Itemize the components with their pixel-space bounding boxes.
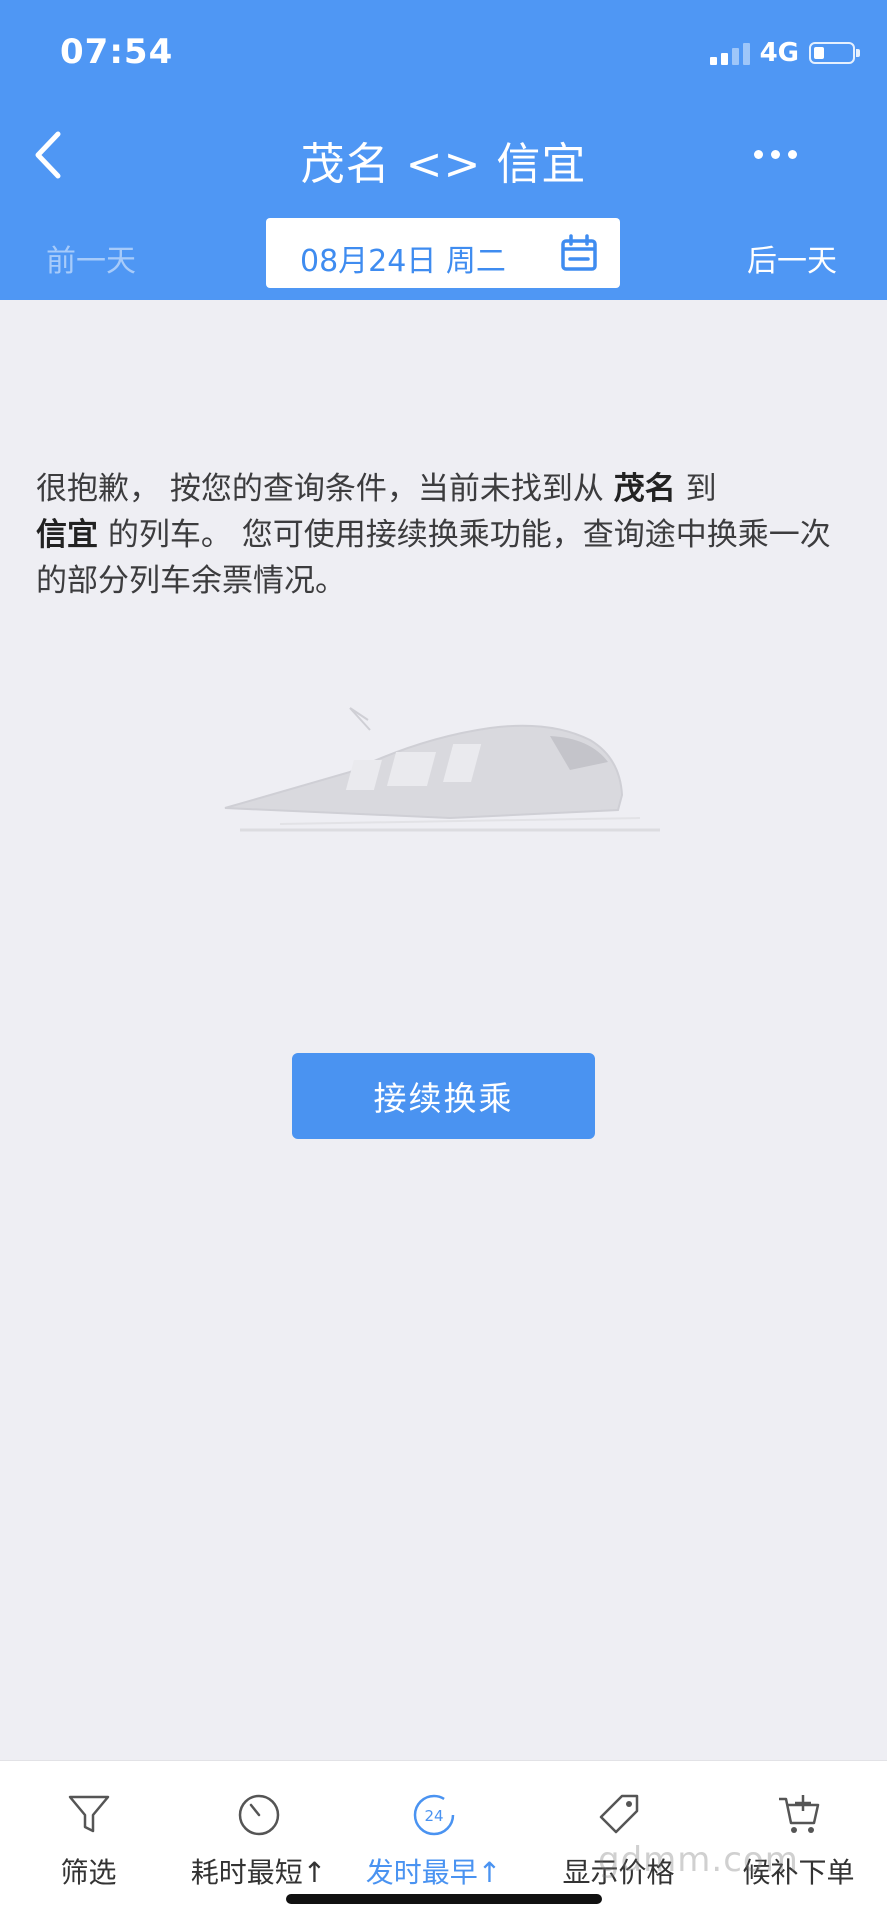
calendar-icon bbox=[561, 234, 597, 271]
page-title: 茂名 <> 信宜 bbox=[300, 139, 587, 190]
more-dot-icon bbox=[771, 150, 780, 159]
prev-day-button[interactable]: 前一天 bbox=[46, 236, 136, 280]
date-label: 08月24日 周二 bbox=[300, 244, 506, 279]
no-result-message: 很抱歉， 按您的查询条件，当前未找到从 茂名 到信宜 的列车。 您可使用接续换乘… bbox=[36, 466, 856, 604]
clock-badge: 24 bbox=[424, 1807, 443, 1825]
date-picker[interactable]: 08月24日 周二 bbox=[266, 218, 620, 288]
tab-label: 筛选 bbox=[60, 1856, 117, 1889]
train-illustration bbox=[224, 707, 660, 832]
clock-24-icon: 24 bbox=[413, 1794, 454, 1836]
filter-icon bbox=[68, 1795, 109, 1833]
tab-earliest-departure[interactable]: 24 发时最早↑ bbox=[345, 1761, 522, 1889]
status-indicators: 4G bbox=[709, 38, 860, 68]
message-text: 到 bbox=[675, 471, 717, 507]
home-indicator[interactable] bbox=[286, 1894, 602, 1904]
tab-label: 耗时最短↑ bbox=[190, 1856, 327, 1889]
next-day-button[interactable]: 后一天 bbox=[747, 236, 837, 280]
tab-label: 发时最早↑ bbox=[365, 1856, 502, 1889]
to-station: 信宜 bbox=[36, 517, 98, 553]
watermark: gdmm.com bbox=[598, 1840, 799, 1880]
timer-icon bbox=[238, 1794, 279, 1836]
message-text: 的列车。 您可使用接续换乘功能，查询途中换乘一次的部分列车余票情况。 bbox=[36, 517, 831, 599]
cart-add-icon bbox=[778, 1795, 819, 1833]
from-station: 茂名 bbox=[613, 471, 676, 507]
more-menu-button[interactable] bbox=[754, 150, 797, 159]
tab-filter[interactable]: 筛选 bbox=[0, 1761, 177, 1889]
transfer-button[interactable]: 接续换乘 bbox=[292, 1053, 595, 1139]
network-type: 4G bbox=[759, 38, 799, 68]
more-dot-icon bbox=[788, 150, 797, 159]
app-header: 07:54 4G 茂名 <> 信宜 前一天 08月24日 周二 后一天 bbox=[0, 0, 887, 300]
battery-icon bbox=[809, 42, 860, 64]
status-time: 07:54 bbox=[60, 32, 174, 72]
more-dot-icon bbox=[754, 150, 763, 159]
signal-icon bbox=[709, 41, 750, 65]
message-text: 很抱歉， 按您的查询条件，当前未找到从 bbox=[36, 471, 614, 507]
price-tag-icon bbox=[599, 1794, 638, 1834]
tab-shortest-duration[interactable]: 耗时最短↑ bbox=[170, 1761, 347, 1889]
